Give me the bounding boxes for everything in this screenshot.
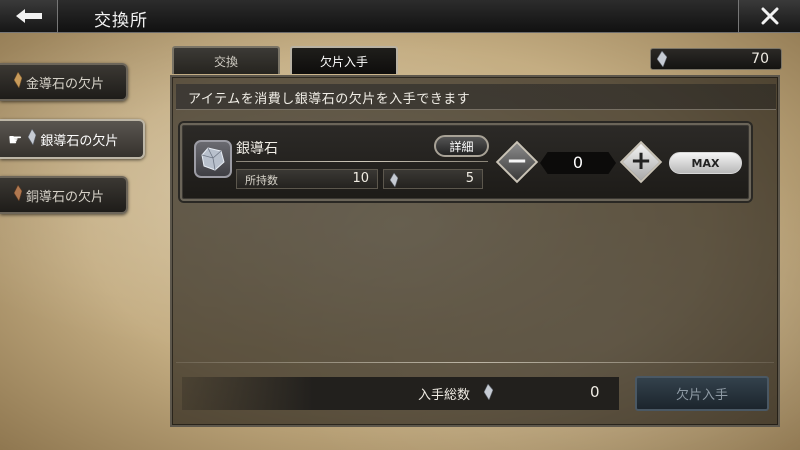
sidebar-item-label: 銅導石の欠片 — [26, 189, 105, 205]
detail-button[interactable]: 詳細 — [434, 135, 489, 157]
total-value: 0 — [590, 383, 600, 401]
bottom-divider — [176, 362, 774, 363]
tab-acquire-shards[interactable]: 欠片入手 — [290, 46, 398, 74]
gold-shard-icon — [13, 71, 23, 92]
item-name: 銀導石 — [236, 141, 278, 157]
plus-icon: + — [630, 146, 652, 176]
sidebar-item-silver-shard[interactable]: ☛ 銀導石の欠片 — [0, 119, 145, 159]
owned-count-box: 所持数 10 — [236, 169, 378, 189]
shard-yield-box: 5 — [383, 169, 483, 189]
copper-shard-icon — [13, 184, 23, 205]
item-icon[interactable] — [194, 140, 232, 178]
owned-label: 所持数 — [245, 174, 278, 187]
page-title: 交換所 — [94, 11, 148, 31]
description-text: アイテムを消費し銀導石の欠片を入手できます — [176, 84, 776, 110]
currency-display: 70 — [650, 48, 782, 70]
close-icon — [761, 7, 778, 25]
divider — [236, 161, 488, 162]
owned-value: 10 — [352, 171, 369, 186]
currency-value: 70 — [751, 51, 769, 67]
sidebar-item-gold-shard[interactable]: 金導石の欠片 — [0, 63, 128, 101]
quantity-display: 0 — [540, 152, 616, 174]
arrow-left-icon — [15, 9, 42, 23]
shard-icon — [389, 172, 399, 191]
max-button[interactable]: MAX — [669, 152, 742, 174]
total-bar — [182, 377, 619, 410]
silver-shard-icon — [28, 128, 37, 149]
shard-icon — [483, 383, 494, 404]
minus-icon: − — [506, 146, 528, 176]
total-label: 入手総数 — [418, 388, 471, 403]
sidebar-item-copper-shard[interactable]: 銅導石の欠片 — [0, 176, 128, 214]
back-button[interactable] — [0, 0, 58, 33]
silver-stone-icon — [201, 147, 225, 171]
shard-yield-value: 5 — [465, 171, 474, 186]
tab-exchange[interactable]: 交換 — [172, 46, 280, 74]
acquire-shards-button[interactable]: 欠片入手 — [635, 376, 769, 411]
close-button[interactable] — [738, 0, 800, 33]
shard-icon — [656, 50, 668, 71]
sidebar-item-label: 金導石の欠片 — [26, 76, 105, 92]
pointing-hand-icon: ☛ — [8, 129, 23, 149]
sidebar-item-label: 銀導石の欠片 — [40, 133, 119, 149]
